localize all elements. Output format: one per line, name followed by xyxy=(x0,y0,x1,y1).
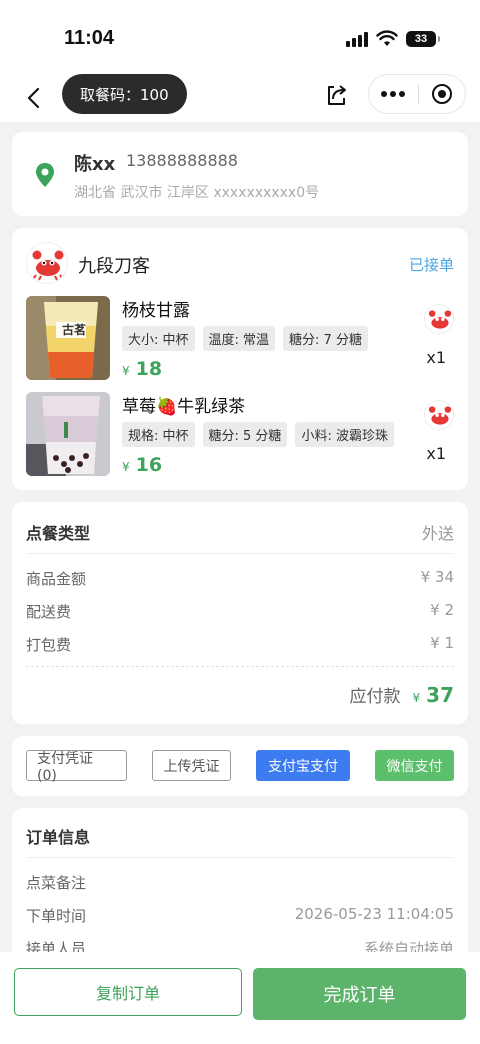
bottom-action-bar: 复制订单 完成订单 xyxy=(0,952,480,1044)
price-summary-card: 点餐类型 外送 商品金额 ¥ 34 配送费 ¥ 2 打包费 ¥ 1 应付款 ¥3… xyxy=(12,502,468,724)
order-item: 古茗 杨枝甘露 大小: 中杯 温度: 常温 糖分: 7 分糖 ¥18 x1 xyxy=(26,296,454,382)
share-button[interactable] xyxy=(322,80,352,110)
currency-symbol: ¥ xyxy=(122,364,130,378)
item-tag: 小料: 波霸珍珠 xyxy=(295,422,394,447)
item-price: ¥18 xyxy=(122,358,162,380)
more-button[interactable] xyxy=(369,74,418,114)
wifi-icon xyxy=(376,30,398,46)
wechat-pay-button[interactable]: 微信支付 xyxy=(375,750,454,781)
delivery-fee-label: 配送费 xyxy=(26,603,72,621)
close-mini-program-button[interactable] xyxy=(419,74,465,114)
payment-card: 支付凭证 (0) 上传凭证 支付宝支付 微信支付 xyxy=(12,736,468,796)
share-icon xyxy=(328,85,346,105)
item-quantity: x1 xyxy=(426,444,446,463)
address-card: 陈xx 13888888888 湖北省 武汉市 江岸区 xxxxxxxxxx0号 xyxy=(12,132,468,216)
item-tag: 糖分: 5 分糖 xyxy=(202,422,288,447)
item-name: 草莓🍓牛乳绿茶 xyxy=(122,397,246,417)
alipay-button[interactable]: 支付宝支付 xyxy=(256,750,350,781)
location-pin-icon xyxy=(36,163,54,187)
item-quantity: x1 xyxy=(426,348,446,367)
status-bar: 11:04 33 xyxy=(0,0,480,74)
order-type-value: 外送 xyxy=(421,524,454,543)
divider xyxy=(26,857,454,858)
back-button[interactable] xyxy=(18,82,48,114)
order-type-label: 点餐类型 xyxy=(26,524,91,543)
dashed-divider xyxy=(26,666,454,667)
recipient-name: 陈xx xyxy=(74,154,116,175)
currency-symbol: ¥ xyxy=(122,460,130,474)
total-label: 应付款 xyxy=(349,687,401,707)
item-tag: 规格: 中杯 xyxy=(122,422,195,447)
signal-icon xyxy=(346,31,368,47)
complete-order-button[interactable]: 完成订单 xyxy=(253,968,466,1020)
remark-label: 点菜备注 xyxy=(26,874,87,892)
total-amount-value: 37 xyxy=(426,683,454,707)
target-icon xyxy=(431,84,452,104)
item-tag: 温度: 常温 xyxy=(202,326,276,351)
shop-logo xyxy=(26,242,68,284)
item-price-value: 18 xyxy=(135,358,163,380)
item-tag: 大小: 中杯 xyxy=(122,326,195,351)
item-tags: 大小: 中杯 温度: 常温 糖分: 7 分糖 xyxy=(122,326,368,351)
nav-bar: 取餐码：100 xyxy=(0,74,480,122)
order-time-label: 下单时间 xyxy=(26,907,87,925)
item-tags: 规格: 中杯 糖分: 5 分糖 小料: 波霸珍珠 xyxy=(122,422,394,447)
delivery-fee-row: 配送费 ¥ 2 xyxy=(26,601,454,622)
crab-logo-icon xyxy=(424,400,454,430)
chevron-left-icon xyxy=(27,87,40,109)
upload-voucher-button[interactable]: 上传凭证 xyxy=(152,750,231,781)
remark-row: 点菜备注 xyxy=(26,872,454,893)
item-thumbnail-label: 古茗 xyxy=(62,323,87,337)
recipient-address: 湖北省 武汉市 江岸区 xxxxxxxxxx0号 xyxy=(74,185,320,201)
item-price-value: 16 xyxy=(135,454,163,476)
order-time-value: 2026-05-23 11:04:05 xyxy=(294,905,454,923)
currency-symbol: ¥ xyxy=(412,691,421,705)
crab-logo-icon xyxy=(32,250,64,281)
crab-logo-icon xyxy=(424,304,454,334)
order-item: 草莓🍓牛乳绿茶 规格: 中杯 糖分: 5 分糖 小料: 波霸珍珠 ¥16 x1 xyxy=(26,392,454,478)
packing-fee-value: ¥ 1 xyxy=(430,634,454,652)
item-thumbnail: 古茗 xyxy=(26,296,110,380)
status-time: 11:04 xyxy=(64,27,115,49)
item-price: ¥16 xyxy=(122,454,162,476)
total-payable: 应付款 ¥37 xyxy=(350,682,454,707)
goods-amount-value: ¥ 34 xyxy=(420,568,454,586)
order-time-row: 下单时间 2026-05-23 11:04:05 xyxy=(26,905,454,926)
order-info-title: 订单信息 xyxy=(26,828,91,847)
total-amount: ¥37 xyxy=(413,683,454,707)
item-name: 杨枝甘露 xyxy=(122,301,190,321)
copy-order-button[interactable]: 复制订单 xyxy=(14,968,242,1016)
mini-program-capsule xyxy=(368,74,466,114)
order-type-row: 点餐类型 外送 xyxy=(26,520,454,544)
packing-fee-row: 打包费 ¥ 1 xyxy=(26,634,454,655)
item-thumbnail xyxy=(26,392,110,476)
battery-icon: 33 xyxy=(406,31,440,47)
divider xyxy=(26,553,454,554)
goods-amount-row: 商品金额 ¥ 34 xyxy=(26,568,454,589)
status-icons: 33 xyxy=(346,30,440,48)
order-status: 已接单 xyxy=(408,256,454,274)
payment-voucher-button[interactable]: 支付凭证 (0) xyxy=(26,750,127,784)
goods-amount-label: 商品金额 xyxy=(26,570,87,588)
order-card: 九段刀客 已接单 古茗 杨枝甘露 大小: 中杯 温度: 常温 糖分: 7 分糖 … xyxy=(12,228,468,490)
item-tag: 糖分: 7 分糖 xyxy=(283,326,368,351)
delivery-fee-value: ¥ 2 xyxy=(430,601,454,619)
shop-name: 九段刀客 xyxy=(78,256,150,277)
packing-fee-label: 打包费 xyxy=(26,636,72,654)
pickup-code-badge: 取餐码：100 xyxy=(62,74,187,114)
recipient-phone: 13888888888 xyxy=(126,151,238,170)
